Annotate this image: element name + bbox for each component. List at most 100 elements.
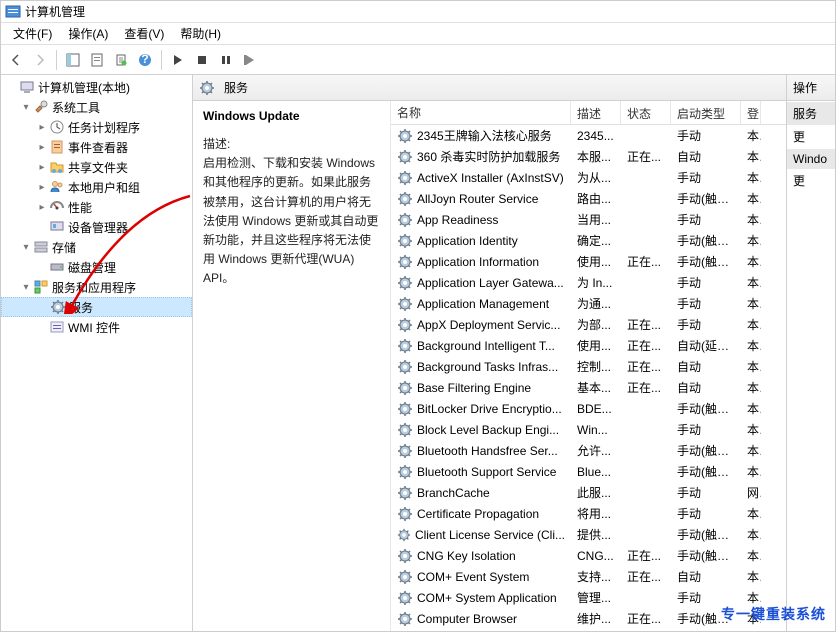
menu-action[interactable]: 操作(A)	[60, 23, 116, 44]
actions-more[interactable]: 更	[787, 169, 835, 192]
col-name[interactable]: 名称	[391, 101, 571, 124]
expander-icon[interactable]	[5, 80, 19, 94]
back-button[interactable]	[5, 49, 27, 71]
service-row[interactable]: Application Identity确定...手动(触发...本	[391, 230, 786, 251]
cell-startup: 自动	[671, 566, 741, 587]
col-description[interactable]: 描述	[571, 101, 621, 124]
expander-closed-icon[interactable]: ▸	[35, 140, 49, 154]
tree-wmi[interactable]: WMI 控件	[1, 317, 192, 337]
expander-icon[interactable]	[36, 300, 50, 314]
service-row[interactable]: Client License Service (Cli...提供...手动(触发…	[391, 524, 786, 545]
tree-device-manager[interactable]: 设备管理器	[1, 217, 192, 237]
expander-closed-icon[interactable]: ▸	[35, 120, 49, 134]
service-row[interactable]: ActiveX Installer (AxInstSV)为从...手动本	[391, 167, 786, 188]
actions-section-services[interactable]: 服务	[787, 102, 835, 125]
help-button[interactable]: ?	[134, 49, 156, 71]
gear-icon	[397, 443, 413, 459]
service-row[interactable]: Application Layer Gatewa...为 In...手动本	[391, 272, 786, 293]
toolbar-separator	[56, 50, 57, 70]
pause-service-button[interactable]	[215, 49, 237, 71]
menubar: 文件(F) 操作(A) 查看(V) 帮助(H)	[1, 23, 835, 45]
cell-logon: 本	[741, 419, 761, 440]
menu-file[interactable]: 文件(F)	[5, 23, 60, 44]
cell-startup: 手动(触发...	[671, 440, 741, 461]
service-row[interactable]: 360 杀毒实时防护加载服务本服...正在...自动本	[391, 146, 786, 167]
cell-status	[621, 134, 671, 138]
tree-performance[interactable]: ▸性能	[1, 197, 192, 217]
service-name: AppX Deployment Servic...	[417, 318, 560, 332]
service-row[interactable]: Background Intelligent T...使用...正在...自动(…	[391, 335, 786, 356]
actions-section-selected[interactable]: Windo	[787, 149, 835, 169]
show-hide-tree-button[interactable]	[62, 49, 84, 71]
col-logon[interactable]: 登	[741, 101, 761, 124]
expander-open-icon[interactable]: ▾	[19, 240, 33, 254]
tree-disk-management[interactable]: 磁盘管理	[1, 257, 192, 277]
service-row[interactable]: 2345王牌输入法核心服务2345...手动本	[391, 125, 786, 146]
service-row[interactable]: Block Level Backup Engi...Win...手动本	[391, 419, 786, 440]
tree-panel[interactable]: 计算机管理(本地) ▾系统工具 ▸任务计划程序 ▸事件查看器 ▸共享文件夹 ▸本…	[1, 75, 193, 631]
col-startup[interactable]: 启动类型	[671, 101, 741, 124]
menu-help[interactable]: 帮助(H)	[172, 23, 229, 44]
actions-more[interactable]: 更	[787, 125, 835, 148]
service-row[interactable]: Application Information使用...正在...手动(触发..…	[391, 251, 786, 272]
cell-startup: 自动	[671, 146, 741, 167]
service-row[interactable]: App Readiness当用...手动本	[391, 209, 786, 230]
tree-task-scheduler[interactable]: ▸任务计划程序	[1, 117, 192, 137]
service-row[interactable]: Background Tasks Infras...控制...正在...自动本	[391, 356, 786, 377]
properties-button[interactable]	[86, 49, 108, 71]
description-text: 启用检测、下载和安装 Windows 和其他程序的更新。如果此服务被禁用，这台计…	[203, 154, 380, 288]
tree-system-tools[interactable]: ▾系统工具	[1, 97, 192, 117]
expander-icon[interactable]	[35, 320, 49, 334]
expander-closed-icon[interactable]: ▸	[35, 200, 49, 214]
start-service-button[interactable]	[167, 49, 189, 71]
service-row[interactable]: AllJoyn Router Service路由...手动(触发...本	[391, 188, 786, 209]
tree-shared-folders[interactable]: ▸共享文件夹	[1, 157, 192, 177]
forward-button[interactable]	[29, 49, 51, 71]
restart-service-button[interactable]	[239, 49, 261, 71]
tree-local-users[interactable]: ▸本地用户和组	[1, 177, 192, 197]
app-icon	[5, 4, 21, 20]
expander-closed-icon[interactable]: ▸	[35, 180, 49, 194]
cell-status: 正在...	[621, 146, 671, 167]
cell-desc: 为通...	[571, 293, 621, 314]
cell-startup: 手动	[671, 314, 741, 335]
service-row[interactable]: CNG Key IsolationCNG...正在...手动(触发...本	[391, 545, 786, 566]
expander-icon[interactable]	[35, 260, 49, 274]
service-name: Certificate Propagation	[417, 507, 539, 521]
service-list[interactable]: 名称 描述 状态 启动类型 登 2345王牌输入法核心服务2345...手动本3…	[391, 101, 786, 631]
service-row[interactable]: Certificate Propagation将用...手动本	[391, 503, 786, 524]
storage-icon	[33, 239, 49, 255]
expander-open-icon[interactable]: ▾	[19, 100, 33, 114]
gear-icon	[397, 296, 413, 312]
column-headers[interactable]: 名称 描述 状态 启动类型 登	[391, 101, 786, 125]
stop-service-button[interactable]	[191, 49, 213, 71]
cell-logon: 本	[741, 377, 761, 398]
menu-view[interactable]: 查看(V)	[116, 23, 172, 44]
tree-storage[interactable]: ▾存储	[1, 237, 192, 257]
service-row[interactable]: COM+ Event System支持...正在...自动本	[391, 566, 786, 587]
selected-service-name: Windows Update	[203, 109, 380, 123]
gear-icon	[397, 317, 413, 333]
svg-text:?: ?	[141, 53, 148, 66]
cell-startup: 手动(触发...	[671, 461, 741, 482]
service-row[interactable]: Base Filtering Engine基本...正在...自动本	[391, 377, 786, 398]
expander-open-icon[interactable]: ▾	[19, 280, 33, 294]
export-button[interactable]	[110, 49, 132, 71]
tree-root[interactable]: 计算机管理(本地)	[1, 77, 192, 97]
expander-closed-icon[interactable]: ▸	[35, 160, 49, 174]
expander-icon[interactable]	[35, 220, 49, 234]
col-status[interactable]: 状态	[621, 101, 671, 124]
service-row[interactable]: Bluetooth Support ServiceBlue...手动(触发...…	[391, 461, 786, 482]
tree-event-viewer[interactable]: ▸事件查看器	[1, 137, 192, 157]
service-row[interactable]: BitLocker Drive Encryptio...BDE...手动(触发.…	[391, 398, 786, 419]
cell-startup: 手动(触发...	[671, 398, 741, 419]
service-row[interactable]: Application Management为通...手动本	[391, 293, 786, 314]
cell-status: 正在...	[621, 566, 671, 587]
tree-services-apps[interactable]: ▾服务和应用程序	[1, 277, 192, 297]
tree-services[interactable]: 服务	[1, 297, 192, 317]
cell-startup: 手动	[671, 293, 741, 314]
service-row[interactable]: BranchCache此服...手动网	[391, 482, 786, 503]
service-row[interactable]: AppX Deployment Servic...为部...正在...手动本	[391, 314, 786, 335]
gear-icon	[397, 527, 411, 543]
service-row[interactable]: Bluetooth Handsfree Ser...允许...手动(触发...本	[391, 440, 786, 461]
